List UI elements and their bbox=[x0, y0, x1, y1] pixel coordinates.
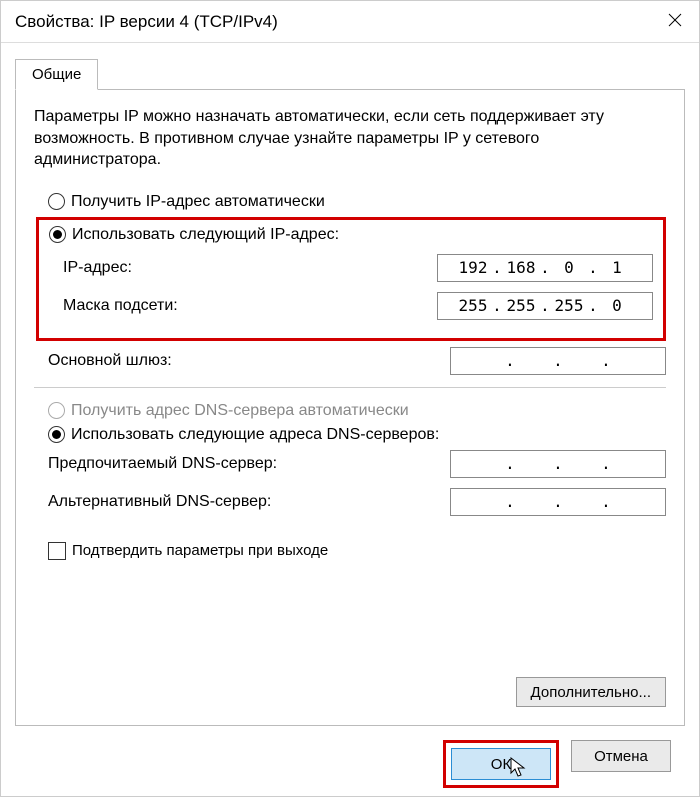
cursor-icon bbox=[510, 757, 528, 783]
ip-address-row: IP-адрес: 192. 168. 0. 1 bbox=[63, 254, 653, 282]
content-area: Общие Параметры IP можно назначать автом… bbox=[1, 43, 699, 788]
gateway-input[interactable]: . . . bbox=[450, 347, 666, 375]
radio-dns-auto: Получить адрес DNS-сервера автоматически bbox=[48, 402, 666, 420]
close-button[interactable] bbox=[651, 1, 699, 43]
close-icon bbox=[668, 11, 682, 32]
radio-label: Получить адрес DNS-сервера автоматически bbox=[71, 402, 409, 420]
dialog-buttons: ОК Отмена bbox=[15, 726, 685, 788]
ip-address-label: IP-адрес: bbox=[63, 259, 132, 277]
radio-label: Использовать следующие адреса DNS-сервер… bbox=[71, 426, 439, 444]
window-title: Свойства: IP версии 4 (TCP/IPv4) bbox=[15, 12, 278, 32]
gateway-row: Основной шлюз: . . . bbox=[48, 347, 666, 375]
tabs: Общие bbox=[15, 59, 685, 90]
ok-highlight: ОК bbox=[443, 740, 559, 788]
subnet-mask-label: Маска подсети: bbox=[63, 297, 178, 315]
description-text: Параметры IP можно назначать автоматичес… bbox=[34, 106, 666, 171]
preferred-dns-row: Предпочитаемый DNS-сервер: . . . bbox=[48, 450, 666, 478]
radio-icon bbox=[48, 193, 65, 210]
preferred-dns-label: Предпочитаемый DNS-сервер: bbox=[48, 455, 277, 473]
tab-panel: Параметры IP можно назначать автоматичес… bbox=[15, 90, 685, 726]
alternate-dns-label: Альтернативный DNS-сервер: bbox=[48, 493, 271, 511]
radio-label: Получить IP-адрес автоматически bbox=[71, 193, 325, 211]
radio-ip-manual[interactable]: Использовать следующий IP-адрес: bbox=[49, 226, 653, 244]
subnet-mask-row: Маска подсети: 255. 255. 255. 0 bbox=[63, 292, 653, 320]
gateway-label: Основной шлюз: bbox=[48, 352, 172, 370]
title-bar: Свойства: IP версии 4 (TCP/IPv4) bbox=[1, 1, 699, 43]
ip-highlight: Использовать следующий IP-адрес: IP-адре… bbox=[36, 217, 666, 341]
alternate-dns-row: Альтернативный DNS-сервер: . . . bbox=[48, 488, 666, 516]
dialog-window: Свойства: IP версии 4 (TCP/IPv4) Общие П… bbox=[0, 0, 700, 797]
radio-label: Использовать следующий IP-адрес: bbox=[72, 226, 339, 244]
validate-label: Подтвердить параметры при выходе bbox=[72, 542, 328, 559]
radio-dns-manual[interactable]: Использовать следующие адреса DNS-сервер… bbox=[48, 426, 666, 444]
divider bbox=[34, 387, 666, 388]
tab-general[interactable]: Общие bbox=[15, 59, 98, 90]
subnet-mask-input[interactable]: 255. 255. 255. 0 bbox=[437, 292, 653, 320]
cancel-button[interactable]: Отмена bbox=[571, 740, 671, 772]
radio-icon bbox=[48, 402, 65, 419]
radio-ip-auto[interactable]: Получить IP-адрес автоматически bbox=[48, 193, 666, 211]
preferred-dns-input[interactable]: . . . bbox=[450, 450, 666, 478]
ok-button[interactable]: ОК bbox=[451, 748, 551, 780]
ip-address-input[interactable]: 192. 168. 0. 1 bbox=[437, 254, 653, 282]
radio-icon bbox=[48, 426, 65, 443]
advanced-button[interactable]: Дополнительно... bbox=[516, 677, 666, 707]
checkbox-icon bbox=[48, 542, 66, 560]
dns-section: Получить адрес DNS-сервера автоматически… bbox=[34, 402, 666, 516]
alternate-dns-input[interactable]: . . . bbox=[450, 488, 666, 516]
radio-icon bbox=[49, 226, 66, 243]
validate-checkbox-row[interactable]: Подтвердить параметры при выходе bbox=[48, 542, 666, 560]
